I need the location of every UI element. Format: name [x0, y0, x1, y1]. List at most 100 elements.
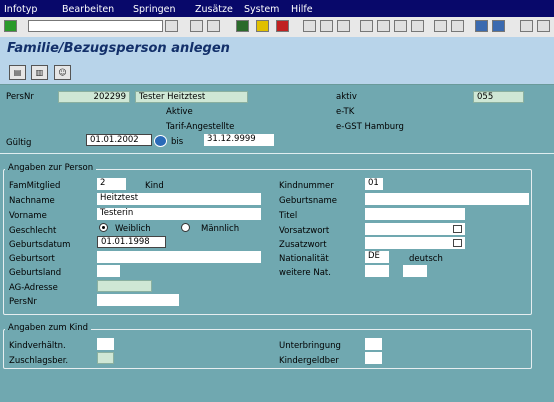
- persnr-label: PersNr: [6, 92, 34, 102]
- exit-icon[interactable]: [256, 20, 269, 32]
- overview-icon[interactable]: ▤: [9, 65, 26, 80]
- titel-label: Titel: [279, 211, 298, 221]
- vorname-label: Vorname: [9, 211, 47, 221]
- gst-label: e-GST Hamburg: [336, 122, 404, 132]
- kindnummer-label: Kindnummer: [279, 181, 334, 191]
- command-field[interactable]: [28, 20, 163, 32]
- zusatzwort-dropdown-icon[interactable]: [453, 239, 462, 247]
- radio-weiblich[interactable]: [99, 223, 108, 232]
- kindverhaeltn-input[interactable]: [97, 338, 114, 350]
- divider: [0, 153, 554, 154]
- print-icon[interactable]: [303, 20, 316, 32]
- persnr-field: 202299: [58, 91, 130, 103]
- geburtsort-input[interactable]: [97, 251, 261, 263]
- detail-icon[interactable]: ▥: [31, 65, 48, 80]
- next-page-icon[interactable]: [394, 20, 407, 32]
- vorname-input[interactable]: Testerin: [97, 208, 261, 220]
- zuschlagsber-label: Zuschlagsber.: [9, 356, 69, 366]
- weitere-nat-label: weitere Nat.: [279, 268, 331, 278]
- zuschlagsber-field: [97, 352, 114, 364]
- menu-system[interactable]: System: [244, 4, 279, 15]
- zusatzwort-input[interactable]: [365, 237, 465, 249]
- new-session-icon[interactable]: [434, 20, 447, 32]
- kind-group-title: Angaben zum Kind: [5, 323, 92, 333]
- last-page-icon[interactable]: [411, 20, 424, 32]
- ag-adresse-label: AG-Adresse: [9, 283, 58, 293]
- help-icon[interactable]: [520, 20, 533, 32]
- persnr-person-label: PersNr: [9, 297, 37, 307]
- person-group-title: Angaben zur Person: [5, 163, 97, 173]
- customize-icon[interactable]: [492, 20, 505, 32]
- enter-icon[interactable]: [4, 20, 17, 32]
- weitere-nat-input[interactable]: [365, 265, 389, 277]
- person-icon[interactable]: ☺: [54, 65, 71, 80]
- ag-adresse-field: [97, 280, 152, 292]
- standard-toolbar: [0, 17, 554, 38]
- fammitglied-input[interactable]: 2: [97, 178, 126, 190]
- nationalitaet-text: deutsch: [409, 254, 443, 264]
- title-bar: Familie/Bezugsperson anlegen: [0, 37, 554, 61]
- geschlecht-label: Geschlecht: [9, 226, 57, 236]
- geburtsland-label: Geburtsland: [9, 268, 62, 278]
- find-next-icon[interactable]: [337, 20, 350, 32]
- cancel-icon[interactable]: [276, 20, 289, 32]
- menu-zusaetze[interactable]: Zusätze: [195, 4, 233, 15]
- status-active-label: aktiv: [336, 92, 357, 102]
- nachname-input[interactable]: Heitztest: [97, 193, 261, 205]
- fammitglied-label: FamMitglied: [9, 181, 61, 191]
- back-arrow-icon[interactable]: [190, 20, 203, 32]
- valid-from-input[interactable]: 01.01.2002: [86, 134, 152, 146]
- page-title: Familie/Bezugsperson anlegen: [7, 41, 230, 56]
- menu-bearbeiten[interactable]: Bearbeiten: [62, 4, 114, 15]
- status-code-field: 055: [473, 91, 524, 103]
- shortcut-icon[interactable]: [451, 20, 464, 32]
- menu-bar: Infotyp Bearbeiten Springen Zusätze Syst…: [0, 0, 554, 17]
- titel-input[interactable]: [365, 208, 465, 220]
- vorsatzwort-label: Vorsatzwort: [279, 226, 330, 236]
- name-field: Tester Heitztest: [135, 91, 248, 103]
- geburtsname-input[interactable]: [365, 193, 529, 205]
- vorsatzwort-dropdown-icon[interactable]: [453, 225, 462, 233]
- valid-to-input[interactable]: 31.12.9999: [204, 134, 274, 146]
- refresh-icon[interactable]: [154, 135, 167, 147]
- kindverhaeltn-label: Kindverhältn.: [9, 341, 66, 351]
- tarif-label: Tarif-Angestellte: [166, 122, 235, 132]
- nationalitaet-label: Nationalität: [279, 254, 329, 264]
- persnr-person-input[interactable]: [97, 294, 179, 306]
- kind-text: Kind: [145, 181, 164, 191]
- unterbringung-input[interactable]: [365, 338, 382, 350]
- kindergeldber-input[interactable]: [365, 352, 382, 364]
- kind-group: [3, 329, 532, 369]
- kindnummer-input[interactable]: 01: [365, 178, 383, 190]
- nachname-label: Nachname: [9, 196, 55, 206]
- command-dropdown-icon[interactable]: [165, 20, 178, 32]
- nationalitaet-input[interactable]: DE: [365, 251, 389, 263]
- radio-maennlich[interactable]: [181, 223, 190, 232]
- maennlich-label: Männlich: [201, 224, 240, 234]
- menu-hilfe[interactable]: Hilfe: [291, 4, 313, 15]
- etk-label: e-TK: [336, 107, 355, 117]
- vorsatzwort-input[interactable]: [365, 223, 465, 235]
- first-page-icon[interactable]: [360, 20, 373, 32]
- application-toolbar: ▤ ▥ ☺: [0, 61, 554, 85]
- back-icon[interactable]: [236, 20, 249, 32]
- weiblich-label: Weiblich: [115, 224, 151, 234]
- layout-icon[interactable]: [475, 20, 488, 32]
- geburtsdatum-label: Geburtsdatum: [9, 240, 71, 250]
- geburtsname-label: Geburtsname: [279, 196, 337, 206]
- kindergeldber-label: Kindergeldber: [279, 356, 339, 366]
- menu-infotyp[interactable]: Infotyp: [4, 4, 37, 15]
- settings-icon[interactable]: [537, 20, 550, 32]
- unterbringung-label: Unterbringung: [279, 341, 341, 351]
- weitere-nat-input-2[interactable]: [403, 265, 427, 277]
- find-icon[interactable]: [320, 20, 333, 32]
- zusatzwort-label: Zusatzwort: [279, 240, 327, 250]
- prev-page-icon[interactable]: [377, 20, 390, 32]
- geburtsland-input[interactable]: [97, 265, 120, 277]
- menu-springen[interactable]: Springen: [133, 4, 176, 15]
- save-icon[interactable]: [207, 20, 220, 32]
- geburtsdatum-input[interactable]: 01.01.1998: [97, 236, 166, 248]
- gueltig-label: Gültig: [6, 138, 32, 148]
- aktive-label: Aktive: [166, 107, 193, 117]
- bis-label: bis: [171, 137, 184, 147]
